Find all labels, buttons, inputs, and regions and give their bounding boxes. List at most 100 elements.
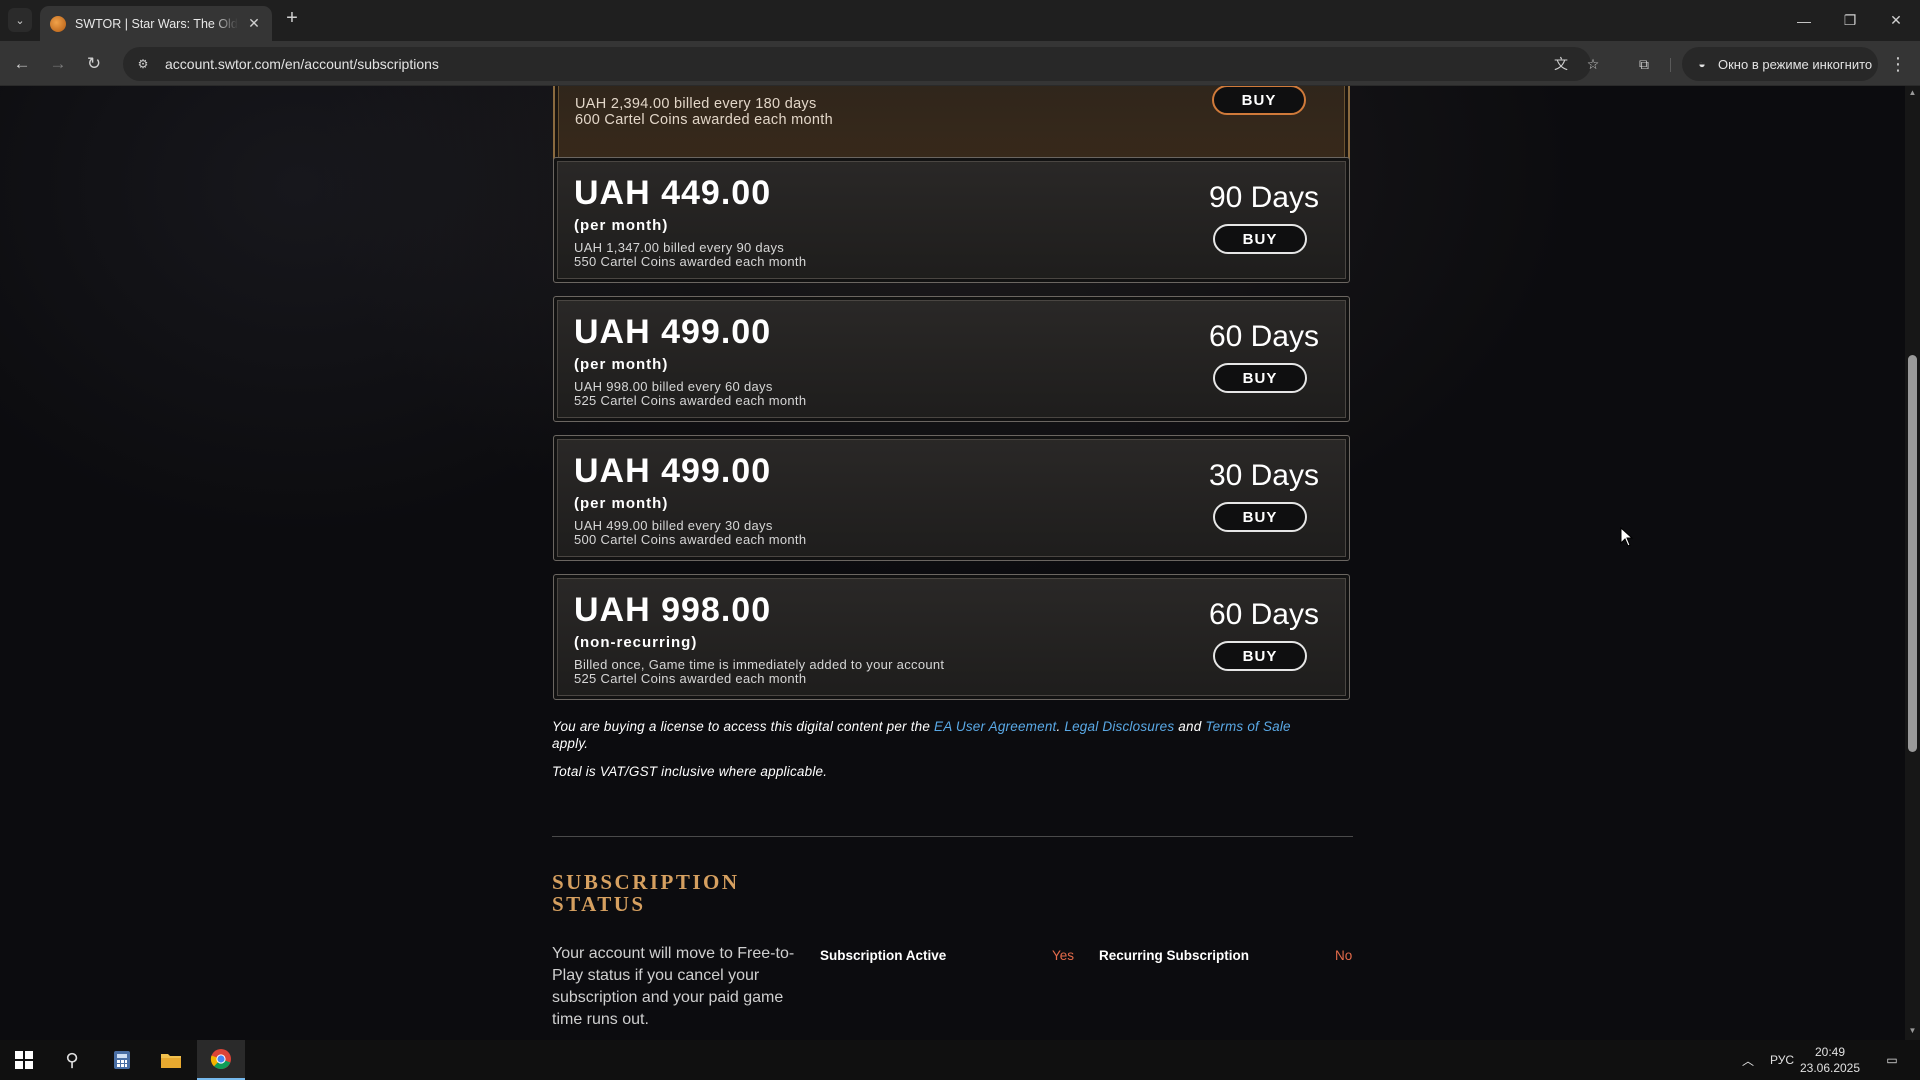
chevron-down-icon: ⌄	[15, 14, 25, 27]
plan-coins-line: 525 Cartel Coins awarded each month	[574, 393, 807, 408]
swtor-favicon-icon	[50, 15, 66, 32]
toolbar-separator	[1670, 58, 1671, 72]
close-window-button[interactable]: ✕	[1873, 0, 1919, 41]
minimize-icon: —	[1797, 12, 1811, 29]
reload-icon: ↻	[86, 54, 102, 73]
plan-billing-line: UAH 998.00 billed every 60 days	[574, 379, 773, 394]
recurring-subscription-label: Recurring Subscription	[1099, 948, 1250, 963]
plan-billing-line: UAH 2,394.00 billed every 180 days	[575, 96, 817, 112]
taskbar-chrome[interactable]	[197, 1040, 245, 1080]
new-tab-button[interactable]: +	[281, 8, 303, 30]
plan-billing-line: UAH 499.00 billed every 30 days	[574, 518, 773, 533]
taskbar-calculator[interactable]	[98, 1040, 146, 1080]
plus-icon: +	[286, 7, 298, 29]
buy-button[interactable]: BUY	[1213, 641, 1307, 671]
chevron-up-icon: ︿	[1742, 1053, 1755, 1068]
plan-price: UAH 998.00	[574, 591, 772, 629]
scroll-down-icon[interactable]: ▼	[1905, 1026, 1920, 1038]
extensions-button[interactable]: ⧉	[1632, 52, 1656, 76]
notification-icon: ▭	[1886, 1053, 1898, 1067]
incognito-indicator[interactable]: ◒ Окно в режиме инкогнито	[1682, 47, 1878, 81]
scroll-up-icon[interactable]: ▲	[1905, 88, 1920, 100]
site-info-icon[interactable]: ⚙	[131, 52, 155, 76]
buy-button[interactable]: BUY	[1212, 86, 1306, 115]
plan-term: (non-recurring)	[574, 634, 698, 651]
buy-button[interactable]: BUY	[1213, 363, 1307, 393]
plan-duration: 30 Days	[1208, 459, 1319, 492]
plan-price: UAH 449.00	[574, 174, 772, 212]
subscription-active-label: Subscription Active	[820, 948, 947, 963]
plan-price: UAH 499.00	[574, 452, 772, 490]
clock-time: 20:49	[1814, 1045, 1846, 1059]
windows-taskbar: ⚲ ︿ РУС 20:49 23.06.2025 ▭	[0, 1040, 1920, 1080]
plan-billing-line: UAH 1,347.00 billed every 90 days	[574, 240, 785, 255]
subscription-status-heading: SUBSCRIPTION STATUS	[552, 870, 740, 916]
browser-toolbar: ← → ↻ ⚙ account.swtor.com/en/account/sub…	[0, 41, 1920, 86]
chrome-icon	[210, 1049, 231, 1069]
incognito-label: Окно в режиме инкогнито	[1718, 56, 1873, 72]
license-suffix: apply.	[552, 736, 589, 751]
legal-disclosures-link[interactable]: Legal Disclosures	[1064, 719, 1174, 734]
plan-price: UAH 499.00	[574, 313, 772, 351]
restore-window-button[interactable]: ❐	[1827, 0, 1873, 41]
plan-coins-line: 550 Cartel Coins awarded each month	[574, 254, 807, 269]
page-scrollbar[interactable]: ▲ ▼	[1905, 86, 1920, 1040]
vat-notice: Total is VAT/GST inclusive where applica…	[552, 764, 828, 779]
puzzle-icon: ⧉	[1639, 55, 1649, 72]
start-button[interactable]	[0, 1040, 48, 1080]
action-center-button[interactable]: ▭	[1880, 1040, 1904, 1080]
reload-button[interactable]: ↻	[82, 52, 106, 76]
plan-card-30-days: UAH 499.00 (per month) UAH 499.00 billed…	[553, 435, 1350, 561]
recurring-subscription-value: No	[1335, 948, 1353, 963]
tray-overflow-button[interactable]: ︿	[1742, 1040, 1754, 1080]
kebab-menu-icon: ⋮	[1889, 53, 1907, 74]
taskbar-search-button[interactable]: ⚲	[48, 1040, 96, 1080]
terms-of-sale-link[interactable]: Terms of Sale	[1205, 719, 1290, 734]
plan-term: (per month)	[574, 495, 669, 512]
back-button[interactable]: ←	[10, 52, 34, 76]
plan-term: (per month)	[574, 217, 669, 234]
subscription-status-description: Your account will move to Free-to-Play s…	[552, 945, 795, 1028]
arrow-right-icon: →	[49, 54, 67, 73]
plan-coins-line: 525 Cartel Coins awarded each month	[574, 671, 807, 686]
bookmark-star-icon[interactable]: ☆	[1581, 52, 1605, 76]
incognito-icon: ◒	[1698, 57, 1706, 71]
close-tab-icon[interactable]: ✕	[246, 15, 262, 32]
clock-date: 23.06.2025	[1799, 1061, 1861, 1075]
plan-duration: 60 Days	[1208, 598, 1319, 631]
legal-separator: .	[1056, 719, 1061, 734]
plan-coins-line: 600 Cartel Coins awarded each month	[575, 112, 833, 128]
mouse-cursor-icon	[1620, 527, 1634, 547]
plan-card-60-days: UAH 499.00 (per month) UAH 998.00 billed…	[553, 296, 1350, 422]
search-icon: ⚲	[65, 1049, 79, 1070]
taskbar-file-explorer[interactable]	[147, 1040, 195, 1080]
browser-menu-button[interactable]: ⋮	[1886, 52, 1910, 76]
legal-and: and	[1178, 719, 1202, 734]
tab-search-button[interactable]: ⌄	[8, 8, 32, 32]
url-text: account.swtor.com/en/account/subscriptio…	[165, 56, 439, 72]
ea-user-agreement-link[interactable]: EA User Agreement	[934, 719, 1056, 734]
windows-logo-icon	[15, 1051, 33, 1069]
plan-billing-line: Billed once, Game time is immediately ad…	[574, 657, 945, 672]
folder-icon	[161, 1054, 181, 1068]
taskbar-clock[interactable]: 20:49 23.06.2025	[1790, 1044, 1870, 1076]
buy-button[interactable]: BUY	[1213, 224, 1307, 254]
plan-coins-line: 500 Cartel Coins awarded each month	[574, 532, 807, 547]
page-viewport: UAH 2,394.00 billed every 180 days 600 C…	[0, 86, 1905, 1040]
scrollbar-thumb[interactable]	[1908, 355, 1917, 752]
calculator-icon	[114, 1051, 130, 1069]
restore-icon: ❐	[1843, 12, 1857, 28]
forward-button[interactable]: →	[46, 52, 70, 76]
translate-icon[interactable]: 文	[1549, 52, 1573, 76]
close-icon: ✕	[1890, 12, 1902, 28]
buy-button[interactable]: BUY	[1213, 502, 1307, 532]
section-divider	[552, 836, 1353, 837]
plan-duration: 90 Days	[1208, 181, 1319, 214]
plan-card-90-days: UAH 449.00 (per month) UAH 1,347.00 bill…	[553, 157, 1350, 283]
arrow-left-icon: ←	[13, 54, 31, 73]
plan-card-non-recurring: UAH 998.00 (non-recurring) Billed once, …	[553, 574, 1350, 700]
minimize-window-button[interactable]: —	[1781, 0, 1827, 41]
browser-tab[interactable]: SWTOR | Star Wars: The Old Republic ✕	[40, 6, 272, 41]
address-bar[interactable]: ⚙ account.swtor.com/en/account/subscript…	[123, 47, 1599, 81]
license-notice: You are buying a license to access this …	[552, 718, 1352, 752]
